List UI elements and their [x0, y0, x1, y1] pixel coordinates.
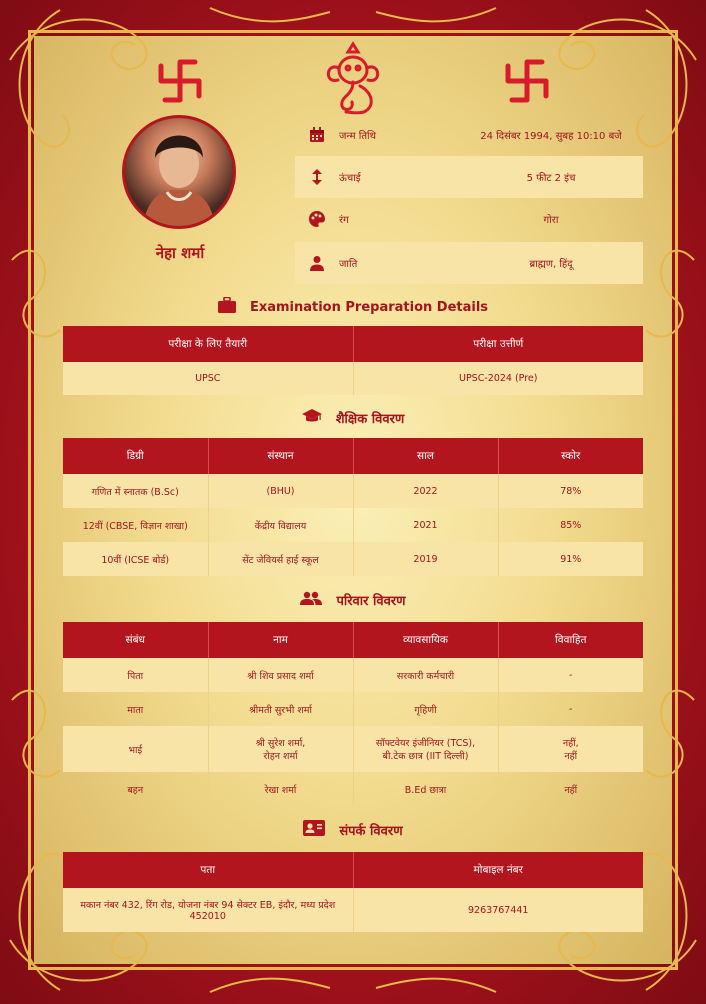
- contact-section-title: संपर्क विवरण: [63, 820, 643, 840]
- detail-row-birth: जन्म तिथि 24 दिसंबर 1994, सुबह 10:10 बजे: [295, 114, 643, 156]
- family-table: संबंध नाम व्यावसायिक विवाहित पिता श्री श…: [63, 622, 643, 806]
- education-table: डिग्री संस्थान साल स्कोर गणित में स्नातक…: [63, 438, 643, 576]
- table-cell: 2019: [353, 542, 499, 576]
- family-title: परिवार विवरण: [336, 594, 406, 609]
- height-arrows-icon: [295, 168, 339, 186]
- column-header: साल: [353, 438, 499, 474]
- table-row: गणित में स्नातक (B.Sc) (BHU) 2022 78%: [63, 474, 643, 508]
- detail-row-caste: जाति ब्राह्मण, हिंदू: [295, 242, 643, 284]
- swastika-left-icon: [157, 58, 203, 104]
- table-row: पिता श्री शिव प्रसाद शर्मा सरकारी कर्मचा…: [63, 658, 643, 692]
- column-header: मोबाइल नंबर: [353, 852, 643, 888]
- table-cell: सेंट जेवियर्स हाई स्कूल: [208, 542, 354, 576]
- table-cell: श्री सुरेश शर्मा, रोहन शर्मा: [208, 726, 354, 772]
- table-cell: UPSC-2024 (Pre): [353, 362, 643, 395]
- column-header: परीक्षा के लिए तैयारी: [63, 326, 354, 362]
- table-cell: नहीं, नहीं: [498, 726, 643, 772]
- table-cell: 85%: [560, 519, 582, 531]
- family-section-title: परिवार विवरण: [63, 591, 643, 609]
- people-icon: [300, 591, 323, 609]
- table-cell: मकान नंबर 432, रिंग रोड, योजना नंबर 94 स…: [63, 888, 354, 932]
- contact-title: संपर्क विवरण: [339, 824, 403, 839]
- table-cell: 12वीं (CBSE, विज्ञान शाखा): [63, 508, 209, 542]
- exam-section-title: Examination Preparation Details: [63, 296, 643, 317]
- table-row: भाई श्री सुरेश शर्मा, रोहन शर्मा सॉफ्टवे…: [63, 726, 643, 772]
- table-cell: (BHU): [208, 474, 354, 508]
- calendar-icon: [295, 127, 339, 143]
- exam-table: परीक्षा के लिए तैयारी परीक्षा उत्तीर्ण U…: [63, 326, 643, 395]
- detail-label: ऊंचाई: [339, 173, 361, 184]
- table-header-row: संबंध नाम व्यावसायिक विवाहित: [63, 622, 643, 658]
- detail-value: 24 दिसंबर 1994, सुबह 10:10 बजे: [480, 131, 622, 142]
- palette-icon: [295, 210, 339, 228]
- graduation-cap-icon: [301, 408, 322, 428]
- table-row: मकान नंबर 432, रिंग रोड, योजना नंबर 94 स…: [63, 888, 643, 932]
- education-section-title: शैक्षिक विवरण: [63, 408, 643, 428]
- table-cell: 9263767441: [353, 888, 643, 932]
- table-cell: -: [498, 658, 643, 692]
- table-cell: UPSC: [63, 362, 354, 395]
- table-cell: 2021: [353, 508, 499, 542]
- table-cell: गणित में स्नातक (B.Sc): [63, 474, 209, 508]
- table-cell: 10वीं (ICSE बोर्ड): [63, 542, 209, 576]
- table-cell: माता: [63, 692, 209, 726]
- table-cell: B.Ed छात्रा: [353, 772, 499, 806]
- profile-name: नेहा शर्मा: [155, 244, 205, 262]
- table-row: 10वीं (ICSE बोर्ड) सेंट जेवियर्स हाई स्क…: [63, 542, 643, 576]
- exam-title: Examination Preparation Details: [249, 299, 489, 315]
- table-row: 12वीं (CBSE, विज्ञान शाखा) केंद्रीय विद्…: [63, 508, 643, 542]
- table-header-row: पता मोबाइल नंबर: [63, 852, 643, 888]
- table-cell: नहीं: [564, 784, 578, 796]
- detail-value: ब्राह्मण, हिंदू: [529, 259, 573, 270]
- column-header: विवाहित: [498, 622, 643, 658]
- table-cell: केंद्रीय विद्यालय: [208, 508, 354, 542]
- swastika-right-icon: [504, 58, 550, 104]
- table-cell: गृहिणी: [353, 692, 499, 726]
- table-row: माता श्रीमती सुरभी शर्मा गृहिणी -: [63, 692, 643, 726]
- table-cell: 78%: [498, 474, 643, 508]
- column-header: परीक्षा उत्तीर्ण: [353, 326, 643, 362]
- table-cell: 2022: [353, 474, 499, 508]
- column-header: व्यावसायिक: [353, 622, 499, 658]
- table-cell: बहन: [63, 772, 209, 806]
- table-cell: रेखा शर्मा: [208, 772, 354, 806]
- table-cell: श्रीमती सुरभी शर्मा: [208, 692, 354, 726]
- detail-value: गोरा: [543, 215, 559, 226]
- table-cell: सरकारी कर्मचारी: [353, 658, 499, 692]
- table-cell: सॉफ्टवेयर इंजीनियर (TCS), बी.टेक छात्र (…: [353, 726, 499, 772]
- person-icon: [295, 255, 339, 271]
- column-header: डिग्री: [63, 438, 209, 474]
- ganesha-icon: [320, 40, 386, 116]
- briefcase-icon: [217, 296, 236, 317]
- column-header: संस्थान: [208, 438, 354, 474]
- table-cell: -: [569, 703, 573, 715]
- detail-label: रंग: [339, 215, 349, 226]
- table-cell: 91%: [498, 542, 643, 576]
- table-header-row: परीक्षा के लिए तैयारी परीक्षा उत्तीर्ण: [63, 326, 643, 362]
- detail-label: जन्म तिथि: [339, 131, 377, 142]
- education-title: शैक्षिक विवरण: [335, 412, 405, 427]
- table-row: UPSC UPSC-2024 (Pre): [63, 362, 643, 395]
- table-cell: पिता: [63, 658, 209, 692]
- profile-photo: [122, 115, 236, 229]
- detail-value: 5 फीट 2 इंच: [526, 173, 576, 184]
- column-header: नाम: [208, 622, 354, 658]
- detail-label: जाति: [339, 259, 358, 270]
- detail-row-complexion: रंग गोरा: [295, 198, 643, 240]
- table-header-row: डिग्री संस्थान साल स्कोर: [63, 438, 643, 474]
- contact-card-icon: [303, 820, 326, 840]
- column-header: स्कोर: [498, 438, 643, 474]
- contact-table: पता मोबाइल नंबर मकान नंबर 432, रिंग रोड,…: [63, 852, 643, 932]
- table-cell: श्री शिव प्रसाद शर्मा: [208, 658, 354, 692]
- detail-row-height: ऊंचाई 5 फीट 2 इंच: [295, 156, 643, 198]
- column-header: संबंध: [63, 622, 209, 658]
- table-row: बहन रेखा शर्मा B.Ed छात्रा नहीं: [63, 772, 643, 806]
- table-cell: भाई: [63, 726, 209, 772]
- column-header: पता: [63, 852, 354, 888]
